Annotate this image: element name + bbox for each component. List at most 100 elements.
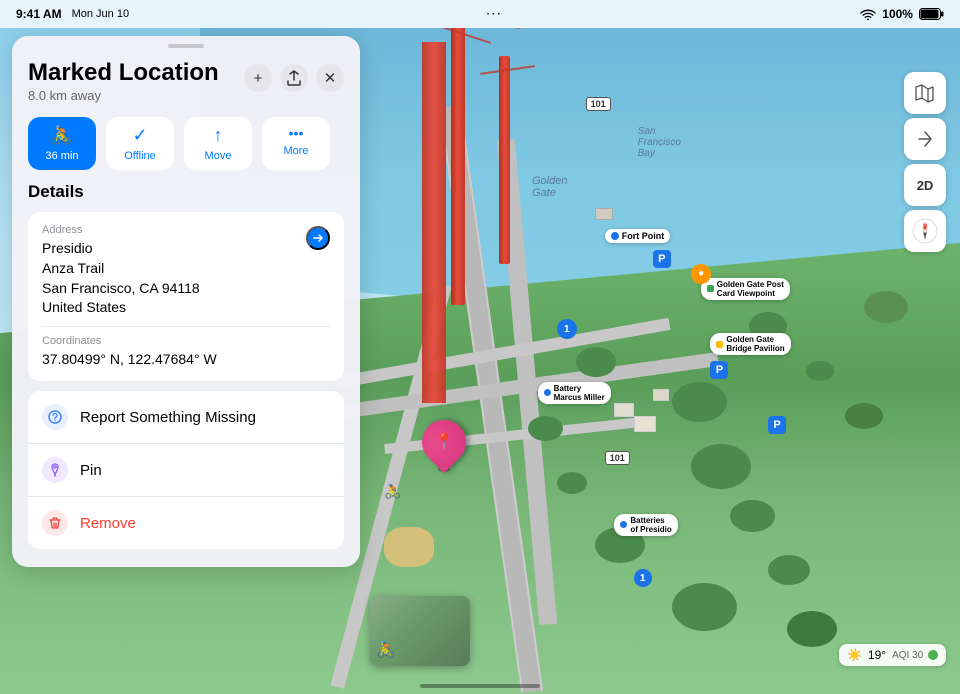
arrow-icon — [916, 130, 934, 148]
trees-2 — [672, 382, 727, 422]
location-panel: Marked Location 8.0 km away + ✕ 🚴 36 min… — [12, 36, 360, 567]
weather-badge: ☀️ 19° AQI 30 — [839, 644, 946, 666]
details-heading: Details — [28, 182, 344, 202]
coords-label: Coordinates — [42, 335, 330, 347]
more-icon: ••• — [289, 125, 304, 141]
move-label: Move — [205, 150, 232, 162]
address-card: Address Presidio Anza Trail San Francisc… — [28, 212, 344, 381]
parking-3: P — [768, 416, 786, 434]
more-action-btn[interactable]: ••• More — [262, 117, 330, 170]
add-button[interactable]: + — [244, 64, 272, 92]
trees-6 — [730, 500, 775, 532]
offline-label: Offline — [124, 150, 156, 162]
remove-label: Remove — [80, 515, 136, 532]
svg-text:N: N — [923, 224, 927, 230]
route-badge-blue: 1 — [634, 569, 652, 587]
panel-subtitle: 8.0 km away — [28, 88, 219, 103]
compass-button[interactable]: N — [904, 210, 946, 252]
close-button[interactable]: ✕ — [316, 64, 344, 92]
highway-101-top: 101 — [586, 97, 611, 111]
map-thumbnail[interactable]: 🚴 — [370, 596, 470, 666]
address-row: Address Presidio Anza Trail San Francisc… — [42, 224, 330, 317]
pin-item[interactable]: Pin — [28, 444, 344, 497]
status-bar: 9:41 AM Mon Jun 10 ··· 100% — [0, 0, 960, 28]
aqi-badge: AQI 30 — [892, 650, 938, 661]
panel-title-area: Marked Location 8.0 km away — [28, 60, 219, 103]
info-divider — [42, 326, 330, 327]
building-1 — [614, 403, 634, 417]
action-buttons-row: 🚴 36 min ✓ Offline ↑ Move ••• More — [12, 107, 360, 182]
trees-14 — [845, 403, 883, 429]
view-2d-button[interactable]: 2D — [904, 164, 946, 206]
map-icon — [915, 83, 935, 103]
fort-point-label: Fort Point — [605, 229, 671, 243]
batteries-presidio-label: Batteriesof Presidio — [614, 514, 677, 536]
highway-101-bottom: 101 — [605, 451, 630, 465]
thumbnail-bike-icon: 🚴 — [376, 640, 396, 660]
address-navigate-btn[interactable] — [306, 226, 330, 250]
status-indicators: 100% — [860, 7, 944, 21]
address-label: Address — [42, 224, 200, 236]
fort-point-building — [595, 208, 613, 220]
panel-header: Marked Location 8.0 km away + ✕ — [12, 48, 360, 107]
home-indicator[interactable] — [420, 684, 540, 688]
wifi-icon — [860, 8, 876, 20]
golden-gate-viewpoint-label: Golden Gate PostCard Viewpoint — [701, 278, 790, 300]
weather-temp: 19° — [868, 648, 886, 662]
move-icon: ↑ — [214, 125, 223, 146]
trees-10 — [768, 555, 810, 585]
pin-icon — [42, 457, 68, 483]
trees-11 — [672, 583, 737, 631]
panel-title: Marked Location — [28, 60, 219, 86]
trees-4 — [691, 444, 751, 489]
bridge-pavilion-label: Golden GateBridge Pavilion — [710, 333, 790, 355]
report-missing-item[interactable]: Report Something Missing — [28, 391, 344, 444]
remove-icon — [42, 510, 68, 536]
bridge-tower-1 — [451, 14, 465, 305]
bridge-deck — [422, 42, 446, 403]
offline-icon: ✓ — [132, 125, 147, 146]
compass-icon: N — [912, 218, 938, 244]
address-value: Presidio Anza Trail San Francisco, CA 94… — [42, 239, 200, 317]
action-list: Report Something Missing Pin — [28, 391, 344, 549]
cycling-time-label: 36 min — [45, 150, 78, 162]
trees-1 — [576, 347, 616, 377]
route-badge-orange: ● — [691, 264, 711, 284]
building-2 — [653, 389, 669, 401]
share-button[interactable] — [280, 64, 308, 92]
offline-action-btn[interactable]: ✓ Offline — [106, 117, 174, 170]
coords-value: 37.80499° N, 122.47684° W — [42, 350, 330, 370]
cycling-icon: 🚴 — [51, 125, 73, 146]
trees-12 — [787, 611, 837, 647]
map-type-button[interactable] — [904, 72, 946, 114]
address-content: Address Presidio Anza Trail San Francisc… — [42, 224, 200, 317]
map-pin-head: 📍 — [413, 411, 475, 473]
bike-icon-map: 🚴 — [384, 483, 401, 500]
trees-5 — [557, 472, 587, 494]
bridge-tower-2 — [499, 56, 510, 264]
more-label: More — [283, 145, 308, 157]
sand-area — [384, 527, 434, 567]
move-action-btn[interactable]: ↑ Move — [184, 117, 252, 170]
map-controls: 2D N — [904, 72, 946, 252]
status-time: 9:41 AM Mon Jun 10 — [16, 7, 129, 21]
directions-button[interactable] — [904, 118, 946, 160]
details-section: Details Address Presidio Anza Trail San … — [12, 182, 360, 567]
report-missing-label: Report Something Missing — [80, 409, 256, 426]
map-pin-icon: 📍 — [434, 432, 454, 452]
building-3 — [634, 416, 656, 432]
panel-header-buttons: + ✕ — [244, 64, 344, 92]
pin-label: Pin — [80, 462, 102, 479]
parking-2: P — [710, 361, 728, 379]
remove-item[interactable]: Remove — [28, 497, 344, 549]
cycling-action-btn[interactable]: 🚴 36 min — [28, 117, 96, 170]
weather-icon: ☀️ — [847, 648, 862, 662]
map-pin: 📍 — [422, 420, 466, 472]
report-icon — [42, 404, 68, 430]
battery-text: 100% — [882, 7, 913, 21]
status-dots: ··· — [487, 9, 503, 20]
route-badge-1: 1 — [557, 319, 577, 339]
parking-1: P — [653, 250, 671, 268]
battery-marcus-label: BatteryMarcus Miller — [538, 382, 611, 404]
battery-icon — [919, 8, 944, 20]
